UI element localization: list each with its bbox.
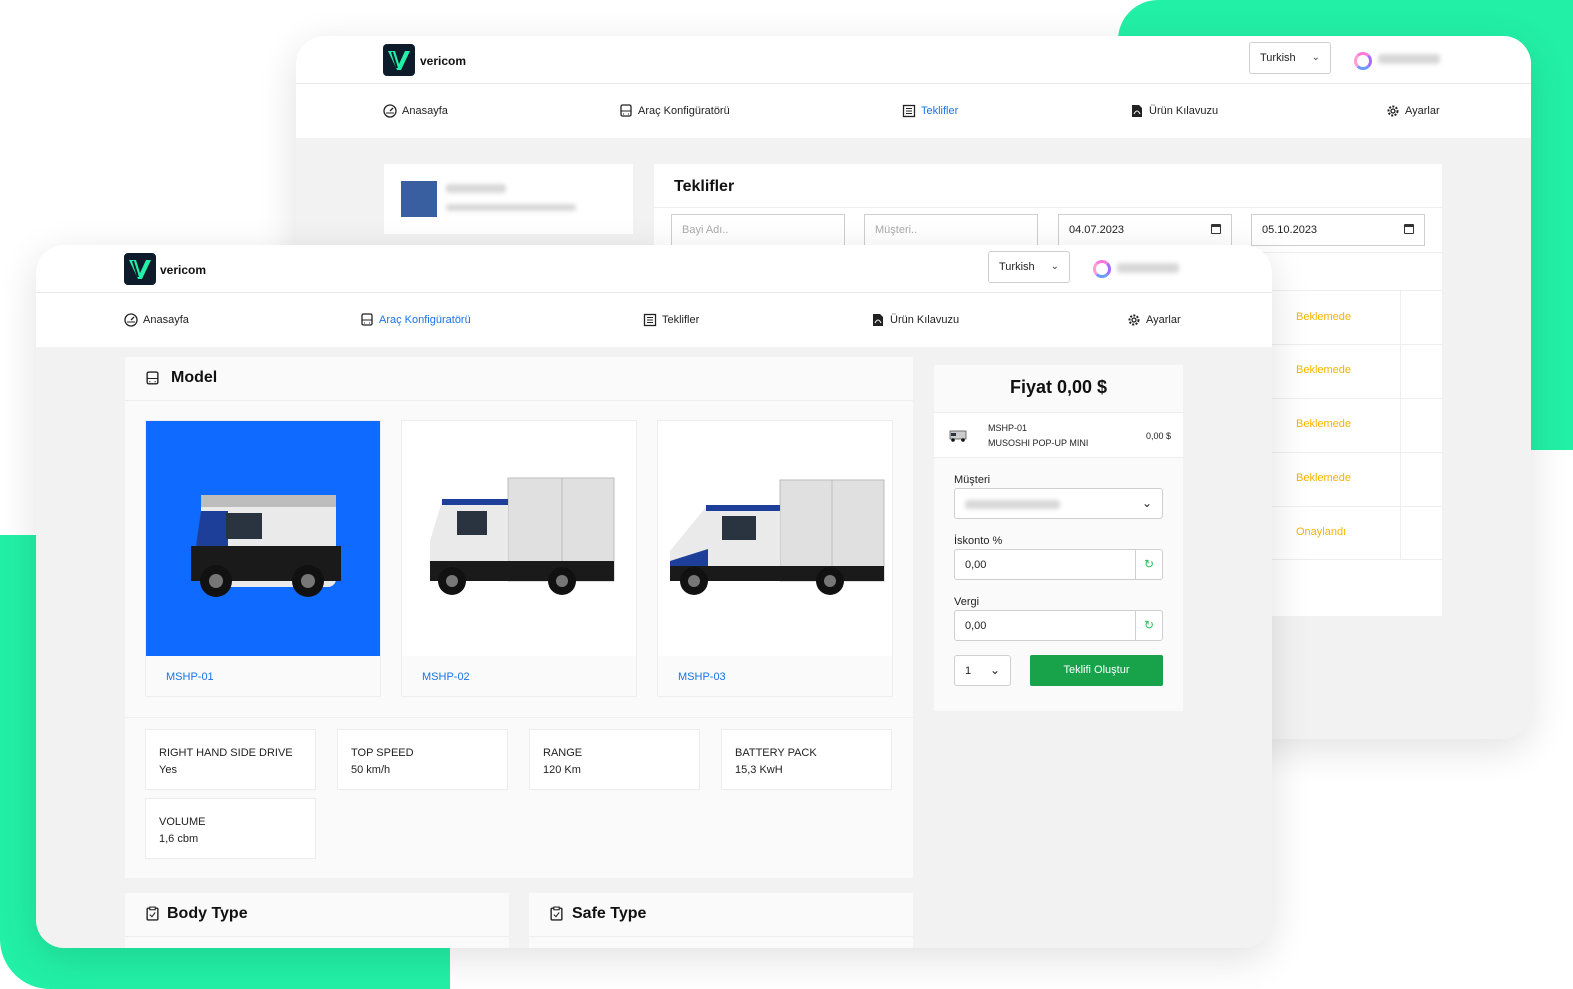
language-select[interactable]: Turkish ⌄ <box>1249 42 1331 74</box>
nav-teklifler[interactable]: Teklifler <box>902 104 958 118</box>
back-header: vericom Turkish ⌄ <box>296 36 1531 84</box>
dashboard-icon <box>124 313 138 327</box>
vehicle-image <box>146 421 380 656</box>
item-code: MSHP-01 <box>988 423 1028 433</box>
spec-top-speed: TOP SPEED 50 km/h <box>337 729 508 790</box>
customer-filter[interactable]: Müşteri.. <box>864 214 1038 246</box>
brand-name: vericom <box>160 263 207 277</box>
item-name: MUSOSHI POP-UP MINI <box>988 438 1089 448</box>
model-section: Model MSHP-01 MSHP-02 MSHP-03 RIGHT HAND… <box>125 357 913 878</box>
model-header: Model <box>125 357 913 401</box>
date-to-input[interactable]: 05.10.2023 <box>1251 214 1425 246</box>
language-select[interactable]: Turkish ⌄ <box>988 251 1070 283</box>
vehicle-image <box>658 421 892 656</box>
tax-input[interactable]: 0,00 <box>954 610 1136 641</box>
item-price: 0,00 $ <box>1145 431 1171 441</box>
nav-arac-konfigurator[interactable]: Araç Konfigüratörü <box>619 104 730 118</box>
chevron-down-icon: ⌄ <box>1141 496 1152 510</box>
clipboard-icon <box>550 906 563 921</box>
user-name-redacted <box>1378 54 1440 64</box>
nav-urun-kilavuzu[interactable]: Ürün Kılavuzu <box>871 313 959 327</box>
nav-anasayfa[interactable]: Anasayfa <box>383 104 448 118</box>
vehicle-card-mshp-03[interactable]: MSHP-03 <box>657 420 893 697</box>
chevron-down-icon: ⌄ <box>989 663 1000 677</box>
gear-icon <box>1128 314 1140 326</box>
profile-card <box>384 164 633 234</box>
calendar-icon <box>1404 224 1414 234</box>
vehicle-card-mshp-02[interactable]: MSHP-02 <box>401 420 637 697</box>
user-avatar[interactable] <box>1093 260 1111 278</box>
language-value: Turkish <box>1260 52 1296 64</box>
chevron-down-icon: ⌄ <box>1311 52 1320 63</box>
vehicle-label: MSHP-01 <box>166 671 214 683</box>
body-type-section: Body Type <box>125 893 509 948</box>
dealer-name-filter[interactable]: Bayi Adı.. <box>671 214 845 246</box>
user-name-redacted <box>1117 263 1179 273</box>
nav-ayarlar[interactable]: Ayarlar <box>1386 104 1440 118</box>
pdf-icon <box>873 314 883 326</box>
profile-email-redacted <box>446 204 576 211</box>
vericom-logo <box>383 44 415 76</box>
brand-name: vericom <box>420 54 467 68</box>
profile-avatar <box>401 181 437 217</box>
clipboard-icon <box>146 906 159 921</box>
status-pending: Beklemede <box>1296 364 1352 376</box>
front-header: vericom Turkish ⌄ <box>36 245 1272 293</box>
discount-label: İskonto % <box>954 535 1003 547</box>
nav-teklifler[interactable]: Teklifler <box>643 313 699 327</box>
profile-name-redacted <box>446 184 506 193</box>
user-avatar[interactable] <box>1354 52 1372 70</box>
chevron-down-icon: ⌄ <box>1050 261 1059 272</box>
nav-ayarlar[interactable]: Ayarlar <box>1127 313 1181 327</box>
calendar-icon <box>1211 224 1221 234</box>
bus-icon <box>146 371 159 385</box>
vehicle-card-mshp-01[interactable]: MSHP-01 <box>145 420 381 697</box>
status-pending: Beklemede <box>1296 418 1352 430</box>
bus-icon <box>361 313 373 326</box>
nav-arac-konfigurator[interactable]: Araç Konfigüratörü <box>360 313 471 327</box>
offers-title: Teklifler <box>674 178 735 195</box>
gear-icon <box>1387 105 1399 117</box>
refresh-icon[interactable]: ↻ <box>1136 610 1163 641</box>
price-panel: Fiyat 0,00 $ MSHP-01 MUSOSHI POP-UP MINI… <box>934 365 1183 711</box>
quantity-select[interactable]: 1 ⌄ <box>954 655 1011 686</box>
safe-type-title: Safe Type <box>572 905 647 922</box>
document-list-icon <box>902 104 916 118</box>
pdf-icon <box>1132 105 1142 117</box>
nav-anasayfa[interactable]: Anasayfa <box>124 313 189 327</box>
spec-right-hand-drive: RIGHT HAND SIDE DRIVE Yes <box>145 729 316 790</box>
status-pending: Beklemede <box>1296 311 1352 323</box>
front-window: vericom Turkish ⌄ Anasayfa Araç Konfigür… <box>36 245 1272 948</box>
refresh-icon[interactable]: ↻ <box>1136 549 1163 580</box>
body-type-title: Body Type <box>167 905 248 922</box>
vehicle-thumbnail-icon <box>949 430 967 442</box>
document-list-icon <box>643 313 657 327</box>
vehicle-label: MSHP-03 <box>678 671 726 683</box>
vehicle-image <box>402 421 636 656</box>
front-nav-bar: Anasayfa Araç Konfigüratörü Teklifler Ür… <box>36 293 1272 347</box>
language-value: Turkish <box>999 261 1035 273</box>
nav-urun-kilavuzu[interactable]: Ürün Kılavuzu <box>1130 104 1218 118</box>
discount-input[interactable]: 0,00 <box>954 549 1136 580</box>
vericom-logo <box>124 253 156 285</box>
price-title: Fiyat 0,00 $ <box>1009 377 1108 397</box>
model-title: Model <box>171 369 218 386</box>
date-from-input[interactable]: 04.07.2023 <box>1058 214 1232 246</box>
customer-select[interactable]: ⌄ <box>954 488 1163 519</box>
customer-label: Müşteri <box>954 474 991 486</box>
price-line-item: MSHP-01 MUSOSHI POP-UP MINI 0,00 $ <box>934 412 1183 458</box>
tax-label: Vergi <box>954 596 980 608</box>
back-nav-bar: Anasayfa Araç Konfigüratörü Teklifler Ür… <box>296 84 1531 138</box>
bus-icon <box>620 104 632 117</box>
create-offer-button[interactable]: Teklifi Oluştur <box>1030 655 1163 686</box>
spec-volume: VOLUME 1,6 cbm <box>145 798 316 859</box>
safe-type-section: Safe Type <box>529 893 913 948</box>
status-approved: Onaylandı <box>1296 526 1347 538</box>
spec-battery-pack: BATTERY PACK 15,3 KwH <box>721 729 892 790</box>
dashboard-icon <box>383 104 397 118</box>
vehicle-label: MSHP-02 <box>422 671 470 683</box>
status-pending: Beklemede <box>1296 472 1352 484</box>
spec-range: RANGE 120 Km <box>529 729 700 790</box>
customer-value-redacted <box>965 500 1060 509</box>
